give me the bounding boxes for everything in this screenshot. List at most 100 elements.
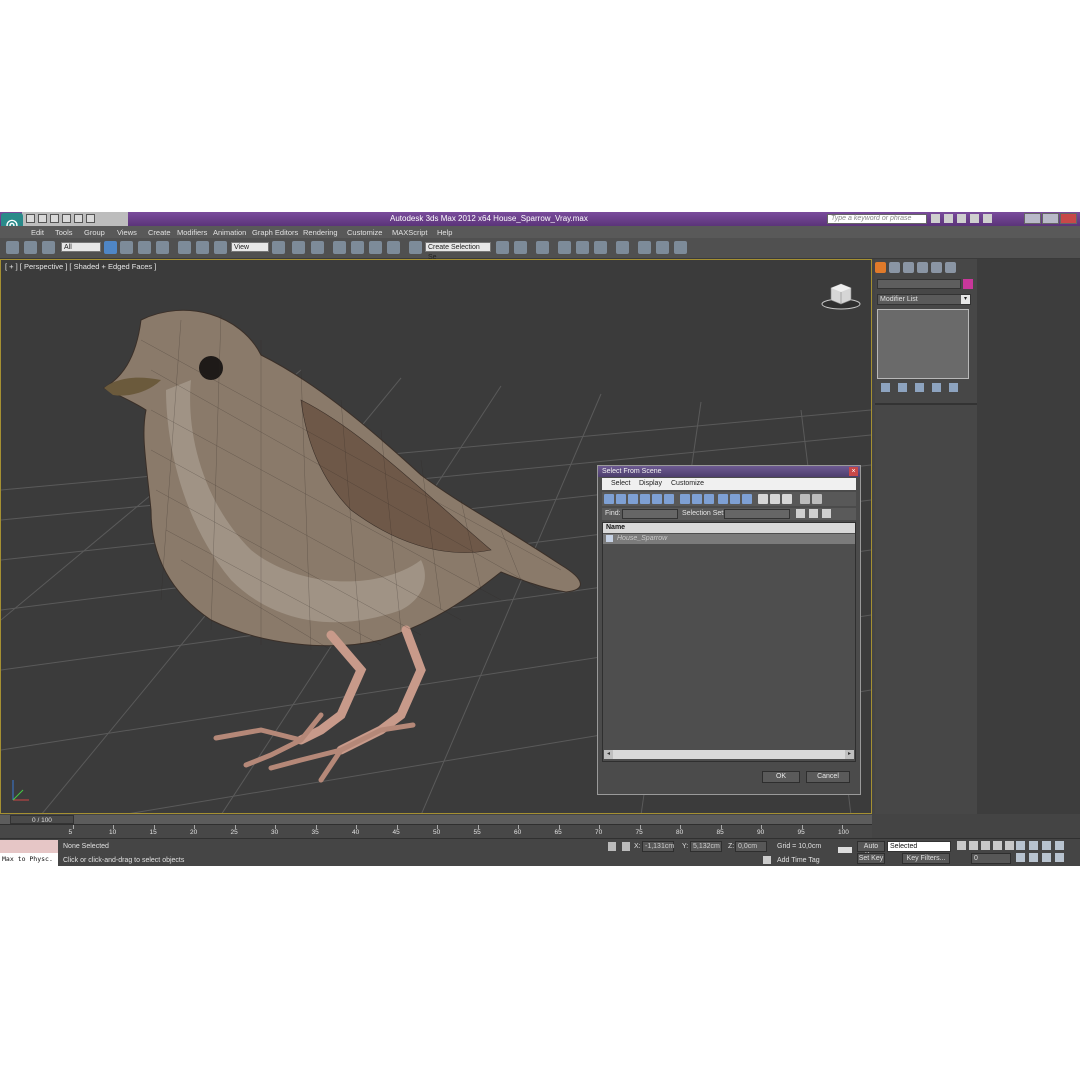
window-crossing-icon[interactable] (156, 241, 169, 254)
play-icon[interactable] (981, 841, 990, 850)
orbit-icon[interactable] (1042, 853, 1051, 862)
menu-tools[interactable]: Tools (55, 228, 73, 237)
select-object-icon[interactable] (104, 241, 117, 254)
selection-set-icon[interactable] (796, 509, 805, 518)
remove-selection-set-icon[interactable] (822, 509, 831, 518)
spinner-snap-icon[interactable] (387, 241, 400, 254)
column-header-name[interactable]: Name (603, 523, 855, 533)
horizontal-scrollbar[interactable]: ◂ ▸ (604, 750, 854, 759)
filter-options-icon[interactable] (812, 494, 822, 504)
menu-modifiers[interactable]: Modifiers (177, 228, 207, 237)
y-coordinate-field[interactable]: 5,132cm (690, 841, 722, 852)
rendered-frame-window-icon[interactable] (656, 241, 669, 254)
menu-edit[interactable]: Edit (31, 228, 44, 237)
key-mode-dropdown[interactable]: Selected (887, 841, 951, 852)
next-frame-icon[interactable] (993, 841, 1002, 850)
make-unique-icon[interactable] (915, 383, 924, 392)
display-xrefs-icon[interactable] (692, 494, 702, 504)
object-color-swatch[interactable] (963, 279, 973, 289)
absolute-mode-icon[interactable] (622, 842, 630, 851)
modifier-stack[interactable] (877, 309, 969, 379)
previous-frame-icon[interactable] (969, 841, 978, 850)
link-icon[interactable] (6, 241, 19, 254)
percent-snap-icon[interactable] (369, 241, 382, 254)
subscription-icon[interactable] (944, 214, 953, 223)
ok-button[interactable]: OK (762, 771, 800, 783)
display-lights-icon[interactable] (628, 494, 638, 504)
scroll-right-icon[interactable]: ▸ (845, 750, 854, 759)
select-none-icon[interactable] (770, 494, 780, 504)
set-key-button[interactable]: Set Key (857, 853, 885, 864)
utilities-tab-icon[interactable] (945, 262, 956, 273)
open-file-icon[interactable] (38, 214, 47, 223)
track-bar[interactable]: 5 10 15 20 25 30 35 40 45 50 55 60 65 70 75 80 85 90 95 100 (0, 824, 872, 839)
filter-icon[interactable] (800, 494, 810, 504)
zoom-all-icon[interactable] (1029, 841, 1038, 850)
zoom-icon[interactable] (1016, 841, 1025, 850)
unlink-icon[interactable] (24, 241, 37, 254)
render-production-icon[interactable] (674, 241, 687, 254)
new-file-icon[interactable] (26, 214, 35, 223)
add-selection-set-icon[interactable] (809, 509, 818, 518)
create-tab-icon[interactable] (875, 262, 886, 273)
display-invert-icon[interactable] (742, 494, 752, 504)
remove-modifier-icon[interactable] (932, 383, 941, 392)
dialog-menu-display[interactable]: Display (639, 480, 662, 487)
viewcube-icon[interactable] (821, 282, 861, 310)
maximize-button[interactable] (1042, 213, 1059, 224)
menu-views[interactable]: Views (117, 228, 137, 237)
reference-coordinate-dropdown[interactable]: View (231, 242, 269, 252)
add-time-tag[interactable]: Add Time Tag (777, 857, 820, 864)
communication-icon[interactable] (957, 214, 966, 223)
maxscript-listener-mini[interactable] (0, 840, 58, 853)
mirror-icon[interactable] (496, 241, 509, 254)
scroll-left-icon[interactable]: ◂ (604, 750, 613, 759)
pan-icon[interactable] (1029, 853, 1038, 862)
go-to-start-icon[interactable] (957, 841, 966, 850)
pivot-center-icon[interactable] (272, 241, 285, 254)
x-coordinate-field[interactable]: -1,131cm (642, 841, 674, 852)
material-editor-icon[interactable] (616, 241, 629, 254)
rotate-icon[interactable] (196, 241, 209, 254)
named-selection-dropdown[interactable]: Create Selection Se (425, 242, 491, 261)
binoculars-icon[interactable] (931, 214, 940, 223)
perspective-viewport[interactable]: [ + ] [ Perspective ] [ Shaded + Edged F… (0, 259, 872, 814)
chevron-down-icon[interactable]: ▾ (961, 295, 970, 304)
curve-editor-icon[interactable] (576, 241, 589, 254)
keyboard-shortcut-icon[interactable] (311, 241, 324, 254)
time-slider-thumb[interactable]: 0 / 100 (10, 815, 74, 824)
star-icon[interactable] (970, 214, 979, 223)
current-frame-field[interactable]: 0 (971, 853, 1011, 864)
select-all-icon[interactable] (758, 494, 768, 504)
select-manipulate-icon[interactable] (292, 241, 305, 254)
motion-tab-icon[interactable] (917, 262, 928, 273)
display-none-icon[interactable] (730, 494, 740, 504)
lock-icon[interactable] (608, 842, 616, 851)
sparrow-model[interactable] (103, 309, 581, 783)
go-to-end-icon[interactable] (1005, 841, 1014, 850)
select-invert-icon[interactable] (782, 494, 792, 504)
menu-maxscript[interactable]: MAXScript (392, 228, 427, 237)
key-filters-button[interactable]: Key Filters... (902, 853, 950, 864)
schematic-view-icon[interactable] (594, 241, 607, 254)
scene-object-list[interactable]: Name House_Sparrow ◂ ▸ (602, 522, 856, 762)
display-all-icon[interactable] (718, 494, 728, 504)
display-tab-icon[interactable] (931, 262, 942, 273)
display-space-warps-icon[interactable] (664, 494, 674, 504)
display-helpers-icon[interactable] (652, 494, 662, 504)
show-end-result-icon[interactable] (898, 383, 907, 392)
zoom-extents-icon[interactable] (1042, 841, 1051, 850)
align-icon[interactable] (514, 241, 527, 254)
help-icon[interactable] (983, 214, 992, 223)
menu-create[interactable]: Create (148, 228, 171, 237)
save-file-icon[interactable] (50, 214, 59, 223)
list-item[interactable]: House_Sparrow (603, 534, 855, 544)
viewport-label[interactable]: [ + ] [ Perspective ] [ Shaded + Edged F… (5, 262, 156, 271)
selection-filter-dropdown[interactable]: All (61, 242, 101, 252)
display-shapes-icon[interactable] (616, 494, 626, 504)
dialog-close-button[interactable]: × (849, 467, 858, 476)
keyword-search-input[interactable]: Type a keyword or phrase (827, 214, 927, 224)
redo-icon[interactable] (74, 214, 83, 223)
dialog-menu-select[interactable]: Select (611, 480, 630, 487)
modifier-list-dropdown[interactable]: Modifier List ▾ (877, 294, 971, 305)
